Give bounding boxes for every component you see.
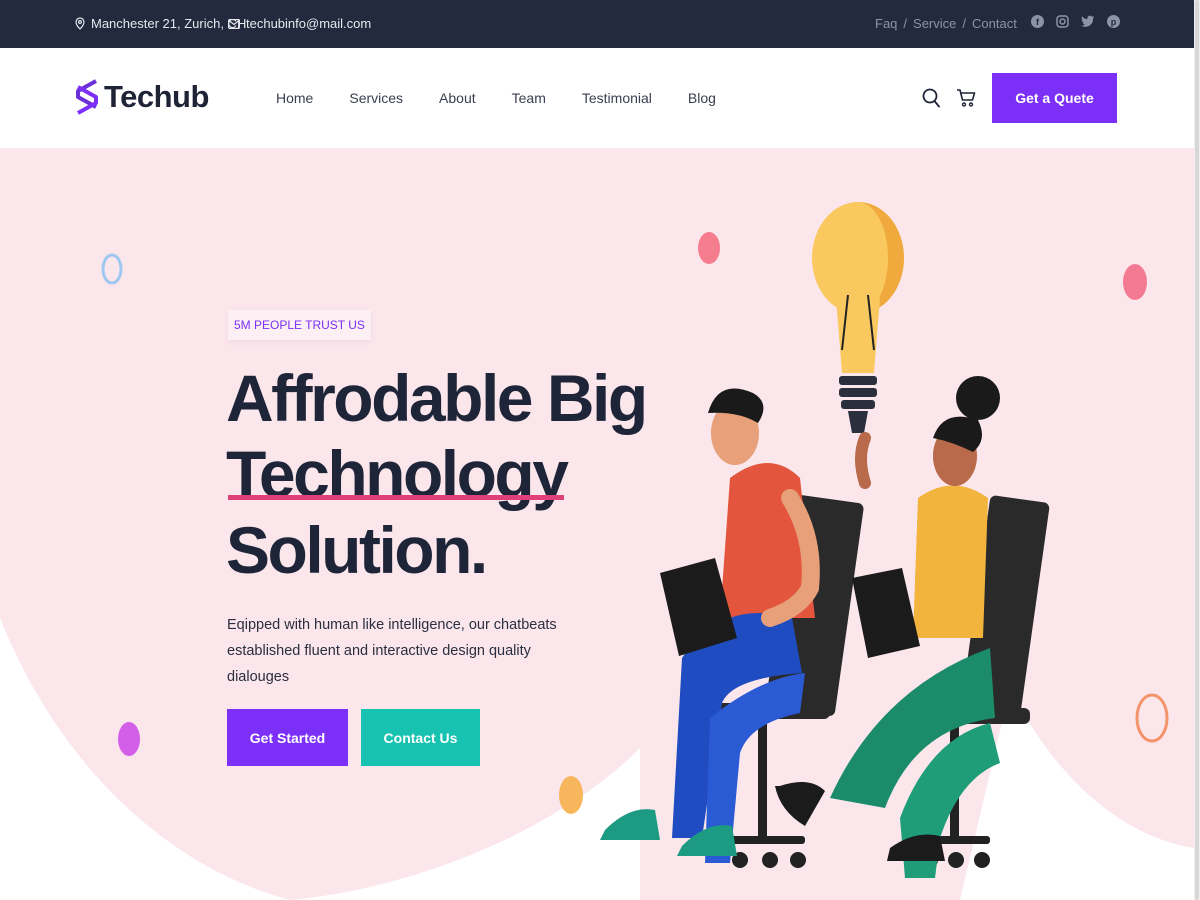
separator: / [962, 16, 967, 31]
lightbulb-icon [812, 202, 904, 433]
hero-description: Eqipped with human like intelligence, ou… [227, 617, 557, 685]
nav-testimonial[interactable]: Testimonial [582, 90, 652, 106]
location-pin-icon [75, 17, 85, 30]
get-started-button[interactable]: Get Started [227, 709, 348, 766]
separator: / [903, 16, 908, 31]
search-icon[interactable] [922, 88, 940, 108]
site-header: Techub Home Services About Team Testimon… [0, 48, 1194, 148]
nav-home[interactable]: Home [276, 90, 313, 106]
nav-blog[interactable]: Blog [688, 90, 716, 106]
decorative-dot-orange [559, 776, 583, 814]
address-text: Manchester 21, Zurich, CH [91, 16, 247, 31]
decorative-ring-orange [1135, 693, 1169, 743]
hero-illustration [600, 202, 1050, 878]
nav-team[interactable]: Team [512, 90, 546, 106]
main-nav: Home Services About Team Testimonial Blo… [276, 90, 716, 106]
headline-line-1: Affrodable Big [226, 361, 648, 435]
nav-services[interactable]: Services [349, 90, 403, 106]
faq-link[interactable]: Faq [875, 16, 897, 31]
logo-text: Techub [104, 79, 209, 114]
top-bar: Manchester 21, Zurich, CH techubinfo@mai… [0, 0, 1200, 48]
contact-link[interactable]: Contact [972, 16, 1017, 31]
decorative-dot-pink [1123, 264, 1147, 300]
service-link[interactable]: Service [913, 16, 956, 31]
scrollbar[interactable] [1194, 0, 1200, 900]
headline-line-3: Solution. [226, 513, 488, 587]
scrollbar-thumb[interactable] [1195, 0, 1199, 900]
trust-badge: 5M PEOPLE TRUST US [228, 310, 371, 340]
hero-headline: Affrodable Big Technology Solution. [226, 360, 648, 588]
email-item[interactable]: techubinfo@mail.com [228, 16, 371, 31]
instagram-icon[interactable] [1056, 15, 1069, 28]
decorative-dot-magenta [118, 722, 140, 756]
social-links: f p [1031, 15, 1120, 28]
logo[interactable]: Techub [74, 77, 209, 117]
get-quote-button[interactable]: Get a Quete [992, 73, 1117, 123]
cart-icon[interactable] [956, 88, 976, 108]
mail-icon [228, 18, 240, 29]
facebook-icon[interactable]: f [1031, 15, 1044, 28]
twitter-icon[interactable] [1081, 15, 1095, 27]
logo-icon [76, 79, 98, 115]
topbar-links: Faq / Service / Contact [875, 16, 1017, 31]
nav-about[interactable]: About [439, 90, 476, 106]
decorative-ring-blue [101, 253, 123, 285]
pinterest-icon[interactable]: p [1107, 15, 1120, 28]
headline-line-2: Technology [226, 437, 569, 511]
hero-section: 5M PEOPLE TRUST US Affrodable Big Techno… [0, 148, 1194, 900]
contact-us-button[interactable]: Contact Us [361, 709, 480, 766]
email-link[interactable]: techubinfo@mail.com [246, 16, 371, 31]
address-item: Manchester 21, Zurich, CH [75, 16, 246, 31]
